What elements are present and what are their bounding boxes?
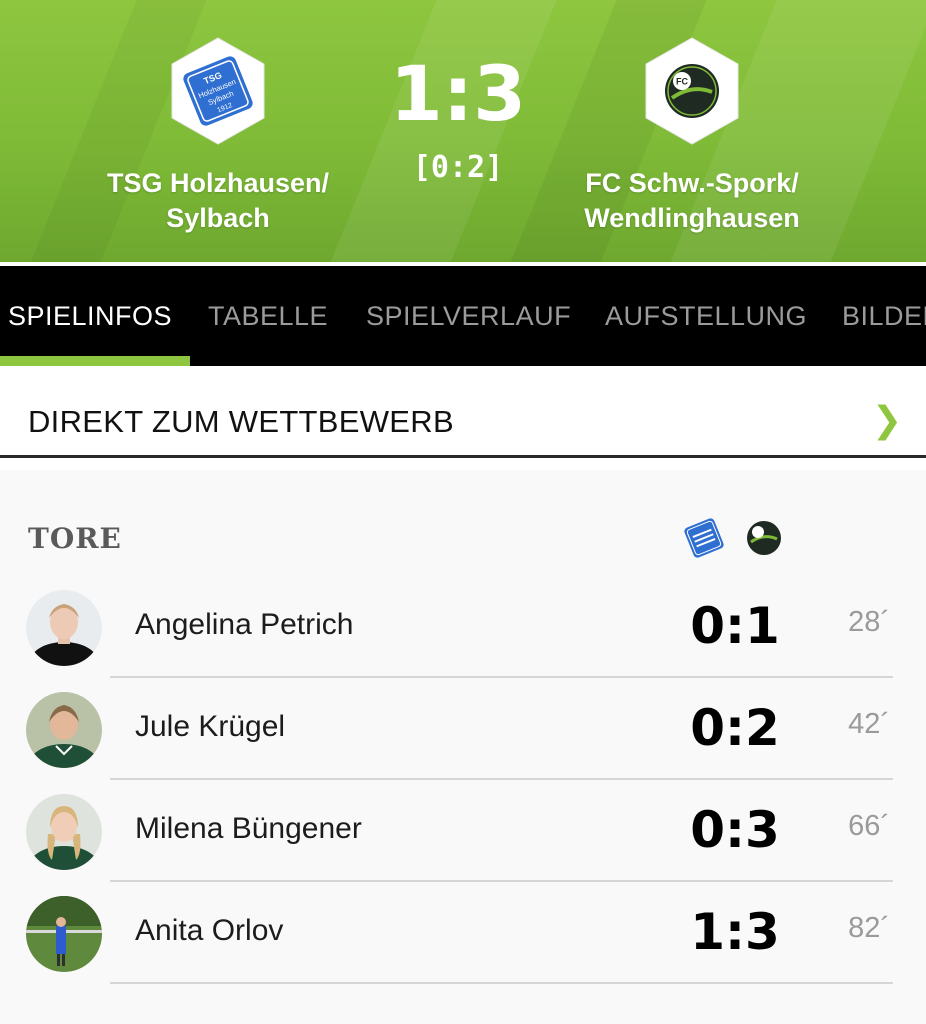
goal-minute: 66´ [848, 810, 890, 842]
goal-row[interactable]: Jule Krügel 0:2 42´ [0, 680, 926, 782]
row-divider [110, 880, 893, 882]
goal-scorer-name: Anita Orlov [135, 914, 284, 947]
goals-section: TORE Angelina Petrich 0:1 28´ Jule Krüge… [0, 470, 926, 1024]
away-team[interactable]: FC FC Schw.-Spork/ Wendlinghausen [542, 36, 842, 236]
away-team-name: FC Schw.-Spork/ Wendlinghausen [584, 168, 800, 233]
chevron-right-icon: ❯ [872, 400, 903, 441]
goals-title: TORE [28, 522, 122, 555]
goal-score: 0:1 [690, 597, 780, 655]
tab-spielinfos[interactable]: SPIELINFOS [8, 266, 172, 366]
tsg-holzhausen-crest-icon: TSG Holzhausen Sylbach 1912 [168, 36, 268, 146]
competition-link-label: DIREKT ZUM WETTBEWERB [28, 404, 454, 439]
home-team[interactable]: TSG Holzhausen Sylbach 1912 TSG Holzhaus… [68, 36, 368, 236]
row-divider [110, 778, 893, 780]
player-avatar [26, 692, 102, 768]
row-divider [110, 982, 893, 984]
match-header: TSG Holzhausen Sylbach 1912 TSG Holzhaus… [0, 0, 926, 262]
tab-spielverlauf[interactable]: SPIELVERLAUF [366, 266, 571, 366]
goal-row[interactable]: Milena Büngener 0:3 66´ [0, 782, 926, 884]
goal-minute: 82´ [848, 912, 890, 944]
row-divider [110, 676, 893, 678]
away-team-mini-crest-icon [744, 518, 784, 558]
player-avatar [26, 896, 102, 972]
player-avatar [26, 590, 102, 666]
goal-score: 0:2 [690, 699, 780, 757]
home-team-mini-crest-icon [684, 518, 724, 558]
goal-scorer-name: Milena Büngener [135, 812, 362, 845]
tab-bilder[interactable]: BILDER [842, 266, 926, 366]
active-tab-indicator [0, 356, 190, 366]
fc-schwelentrup-crest-icon: FC [642, 36, 742, 146]
goal-row[interactable]: Anita Orlov 1:3 82´ [0, 884, 926, 986]
tab-aufstellung[interactable]: AUFSTELLUNG [605, 266, 807, 366]
final-score: 1:3 [389, 49, 527, 138]
home-team-name: TSG Holzhausen/ Sylbach [106, 168, 330, 233]
competition-link[interactable]: DIREKT ZUM WETTBEWERB ❯ [0, 384, 926, 458]
player-avatar [26, 794, 102, 870]
goal-minute: 42´ [848, 708, 890, 740]
tab-tabelle[interactable]: TABELLE [208, 266, 328, 366]
goal-score: 1:3 [690, 903, 780, 961]
tab-bar: SPIELINFOS TABELLE SPIELVERLAUF AUFSTELL… [0, 266, 926, 366]
goal-scorer-name: Angelina Petrich [135, 608, 354, 641]
svg-text:FC: FC [676, 77, 688, 87]
halftime-score: [0:2] [412, 150, 504, 185]
goal-score: 0:3 [690, 801, 780, 859]
goal-row[interactable]: Angelina Petrich 0:1 28´ [0, 578, 926, 680]
goal-scorer-name: Jule Krügel [135, 710, 286, 743]
goal-minute: 28´ [848, 606, 890, 638]
